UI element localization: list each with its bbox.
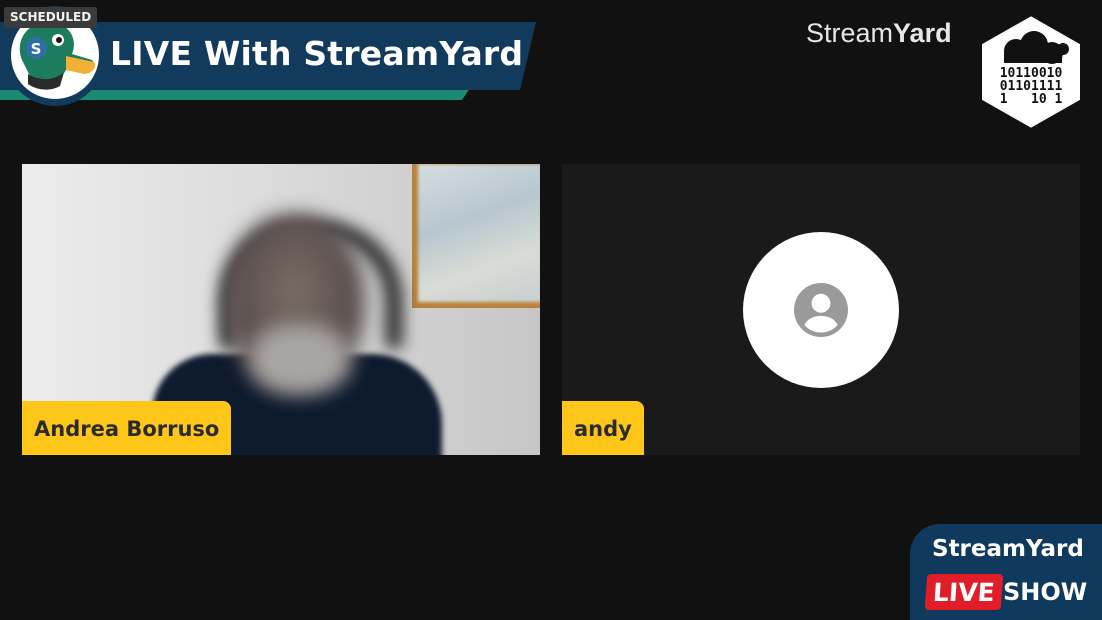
binary-line-3: 1 10 1	[1000, 92, 1063, 107]
wall-map-frame	[412, 164, 540, 308]
participant-tile-andy[interactable]: andy	[562, 164, 1080, 455]
participant-name-tag: Andrea Borruso	[22, 401, 232, 455]
avatar	[743, 232, 899, 388]
svg-text:S: S	[31, 40, 42, 58]
show-label: SHOW	[1003, 578, 1088, 606]
participant-name-tag: andy	[562, 401, 644, 455]
banner-title: LIVE With StreamYard	[110, 34, 524, 73]
user-avatar-icon	[794, 283, 848, 337]
live-label: LIVE	[924, 574, 1003, 610]
show-badge-title: StreamYard	[932, 536, 1084, 562]
scheduled-badge: SCHEDULED	[4, 7, 98, 28]
participant-tile-andrea[interactable]: Andrea Borruso	[22, 164, 540, 455]
show-badge: StreamYard LIVE SHOW	[910, 524, 1102, 620]
binary-cloud-hex-logo: 10110010 01101111 1 10 1	[978, 11, 1084, 133]
brand-word-light: Stream	[806, 18, 894, 48]
person-beard-blurred	[250, 324, 350, 394]
brand-word-bold: Yard	[893, 18, 952, 48]
streamyard-logo: StreamYard	[806, 18, 952, 49]
